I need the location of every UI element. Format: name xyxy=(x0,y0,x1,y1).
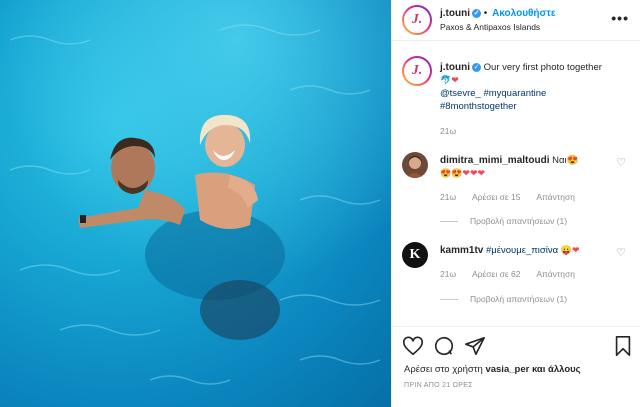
post-actions: Αρέσει στο χρήστη vasia_per και άλλους Π… xyxy=(392,326,640,407)
swimming-couple-image xyxy=(0,0,391,407)
view-replies-button[interactable]: Προβολή απαντήσεων (1) xyxy=(440,294,567,304)
comment-like-heart-icon[interactable]: ♡ xyxy=(616,246,626,259)
post-side-panel: J. j.touni ✓ • Ακολουθήστε Paxos & Antipa… xyxy=(391,0,640,407)
comment-body: dimitra_mimi_maltoudi Ναι😍 😍😍❤❤❤ xyxy=(440,154,610,180)
verified-badge-icon: ✓ xyxy=(472,8,481,18)
commenter-username[interactable]: kamm1tv xyxy=(440,245,483,256)
comment-time[interactable]: 21ω xyxy=(440,192,456,202)
paper-plane-share-icon[interactable] xyxy=(464,335,486,357)
caption-body: Our very first photo together xyxy=(483,62,602,73)
verified-badge-icon: ✓ xyxy=(472,62,481,72)
hashtag-link[interactable]: #myquarantine xyxy=(483,88,546,99)
liked-by-user[interactable]: vasia_per xyxy=(485,364,529,375)
comment-time[interactable]: 21ω xyxy=(440,269,456,279)
caption-username[interactable]: j.touni xyxy=(440,62,470,73)
author-avatar[interactable]: J. xyxy=(402,5,432,35)
author-username[interactable]: j.touni xyxy=(440,8,470,19)
dolphin-emoji-icon: 🐬 xyxy=(440,75,452,85)
comment-likes[interactable]: Αρέσει σε 62 xyxy=(472,269,520,279)
reply-button[interactable]: Απάντηση xyxy=(536,192,575,202)
comment-bubble-icon[interactable] xyxy=(433,335,455,357)
commenter-avatar-letter: K xyxy=(409,247,421,262)
commenter-avatar[interactable] xyxy=(402,152,428,178)
hashtag-link[interactable]: #μένουμε_πισίνα xyxy=(486,245,558,256)
comment-meta: 21ω Αρέσει σε 15 Απάντηση xyxy=(440,192,589,202)
caption-time[interactable]: 21ω xyxy=(440,126,456,136)
comment-text: Ναι xyxy=(552,155,567,166)
caption-avatar-logo: J. xyxy=(411,63,423,78)
comment-likes[interactable]: Αρέσει σε 15 xyxy=(472,192,520,202)
comment-meta: 21ω Αρέσει σε 62 Απάντηση xyxy=(440,269,589,279)
heart-emoji-icon: ❤ xyxy=(451,75,459,85)
emoji-row: 😍😍❤❤❤ xyxy=(440,168,486,178)
commenter-username[interactable]: dimitra_mimi_maltoudi xyxy=(440,155,549,166)
caption-avatar[interactable]: J. xyxy=(402,56,432,86)
comment-body: kamm1tv #μένουμε_πισίνα 😛❤ xyxy=(440,244,610,257)
emoji-row: 😛❤ xyxy=(560,245,580,255)
location-link[interactable]: Paxos & Antipaxos Islands xyxy=(440,22,540,32)
post-photo[interactable] xyxy=(0,0,391,407)
mention-link[interactable]: @tsevre_ xyxy=(440,88,481,99)
author-username-row: j.touni ✓ • Ακολουθήστε xyxy=(440,8,556,19)
posted-ago[interactable]: ΠΡΙΝ ΑΠΟ 21 ΩΡΕΣ xyxy=(404,382,473,389)
follow-button[interactable]: Ακολουθήστε xyxy=(492,8,556,19)
hashtag-link[interactable]: #8monthstogether xyxy=(440,101,517,112)
commenter-avatar[interactable]: K xyxy=(402,242,428,268)
heart-eyes-emoji-icon: 😍 xyxy=(566,155,579,166)
post-header: J. j.touni ✓ • Ακολουθήστε Paxos & Antipa… xyxy=(392,0,640,41)
liked-by-prefix: Αρέσει στο χρήστη xyxy=(404,364,483,375)
separator-dot: • xyxy=(483,8,488,19)
liked-by-others[interactable]: και άλλους xyxy=(532,364,581,375)
comment-like-heart-icon[interactable]: ♡ xyxy=(616,156,626,169)
caption-text: j.touni ✓ Our very first photo together 🐬… xyxy=(440,61,635,113)
liked-by-line: Αρέσει στο χρήστη vasia_per και άλλους xyxy=(404,364,581,375)
view-replies-button[interactable]: Προβολή απαντήσεων (1) xyxy=(440,216,567,226)
more-options-icon[interactable]: ••• xyxy=(611,10,629,26)
like-heart-icon[interactable] xyxy=(402,335,424,357)
bookmark-save-icon[interactable] xyxy=(612,335,634,357)
reply-button[interactable]: Απάντηση xyxy=(536,269,575,279)
author-logo: J. xyxy=(411,12,423,27)
